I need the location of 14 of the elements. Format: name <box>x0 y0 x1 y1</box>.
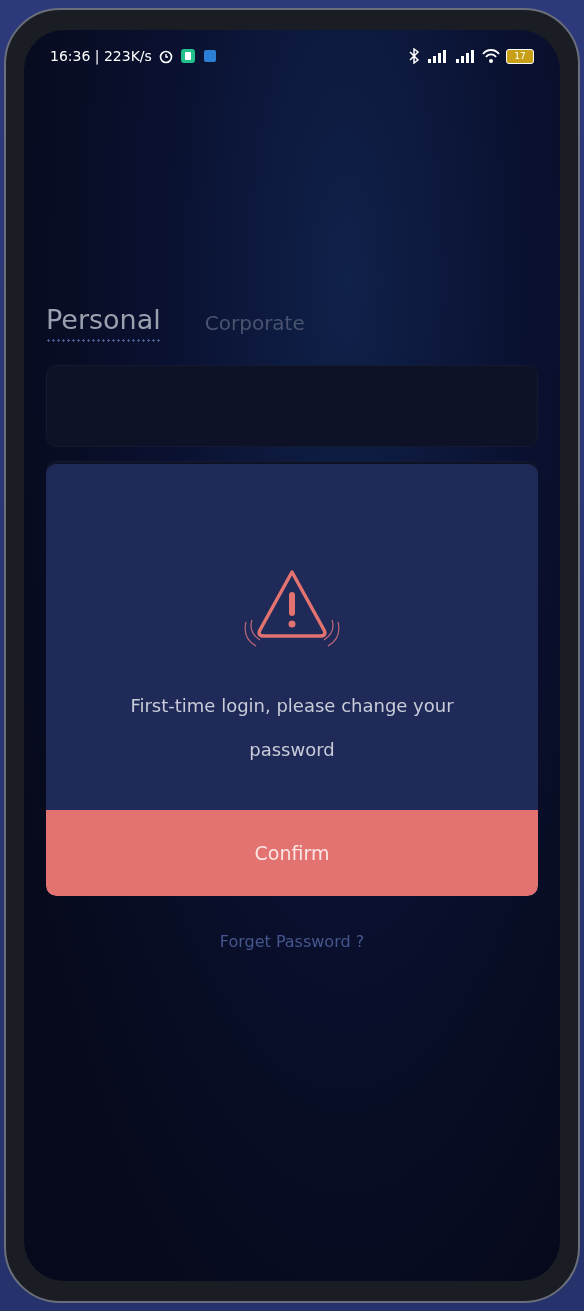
signal-icon <box>426 48 448 64</box>
account-tab[interactable]: Corporate <box>204 311 305 343</box>
status-time: 16:36 | 223K/s <box>50 48 152 64</box>
input-field[interactable] <box>46 365 538 447</box>
alarm-icon <box>157 48 174 64</box>
forgot-password-link[interactable]: Forget Password ? <box>213 931 371 952</box>
app-icon <box>179 48 196 64</box>
wifi-icon <box>482 48 500 64</box>
signal-icon <box>454 48 476 64</box>
bluetooth-icon <box>406 48 420 64</box>
dialog-message: First-time login, please change your password <box>129 694 455 762</box>
battery-icon: 17 <box>506 48 534 64</box>
confirm-button[interactable]: Confirm <box>46 810 538 896</box>
app-icon <box>201 48 218 64</box>
